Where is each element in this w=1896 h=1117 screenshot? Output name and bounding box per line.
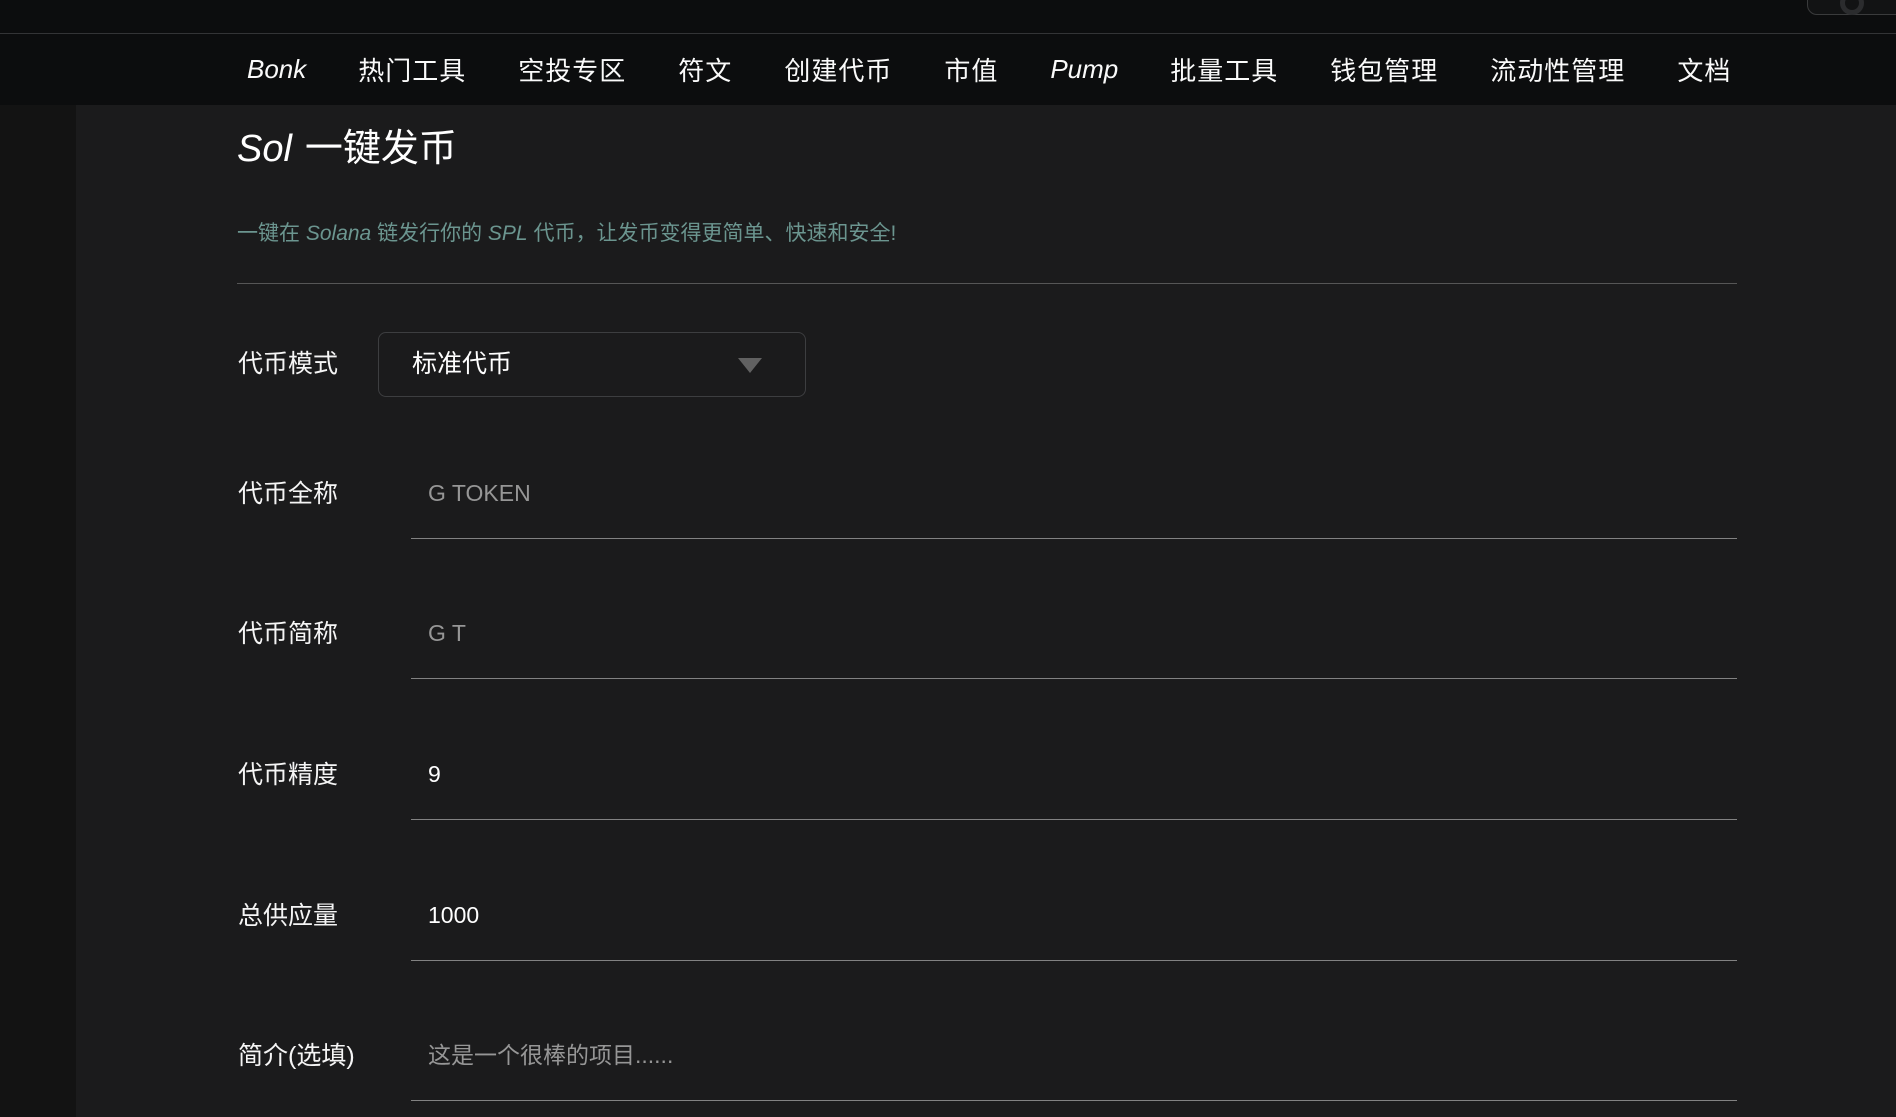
- token-supply-label: 总供应量: [238, 871, 338, 961]
- nav-item-1[interactable]: 热门工具: [358, 51, 466, 88]
- nav-item-3[interactable]: 符文: [678, 51, 732, 88]
- nav-item-0[interactable]: Bonk: [247, 54, 306, 85]
- token-name-input[interactable]: [411, 449, 1737, 538]
- token-mode-label: 代币模式: [238, 332, 338, 397]
- subtitle-spl: SPL: [488, 222, 528, 245]
- nav-item-10[interactable]: 文档: [1677, 51, 1731, 88]
- token-decimals-label: 代币精度: [238, 730, 338, 820]
- token-decimals-input[interactable]: [411, 730, 1737, 819]
- page-title: Sol 一键发币: [237, 126, 457, 172]
- nav-item-5[interactable]: 市值: [944, 51, 998, 88]
- token-name-label: 代币全称: [238, 449, 338, 539]
- chevron-down-icon: [738, 358, 762, 373]
- section-divider: [237, 283, 1737, 284]
- nav-item-9[interactable]: 流动性管理: [1490, 51, 1625, 88]
- token-symbol-input[interactable]: [411, 589, 1737, 678]
- subtitle-solana: Solana: [306, 222, 371, 245]
- nav-list: Bonk 热门工具 空投专区 符文 创建代币 市值 Pump 批量工具 钱包管理 流动性管理 文档: [0, 33, 1896, 105]
- nav-item-4[interactable]: 创建代币: [784, 51, 892, 88]
- token-supply-field: [411, 871, 1737, 961]
- nav-item-7[interactable]: 批量工具: [1170, 51, 1278, 88]
- token-description-input[interactable]: [411, 1011, 1737, 1100]
- page-title-brand: Sol: [237, 128, 292, 170]
- token-supply-input[interactable]: [411, 871, 1737, 960]
- nav-item-2[interactable]: 空投专区: [518, 51, 626, 88]
- subtitle-text: 一键在: [237, 222, 306, 245]
- subtitle-text: 链发行你的: [371, 222, 488, 245]
- nav-item-6[interactable]: Pump: [1050, 54, 1118, 85]
- token-mode-value: 标准代币: [412, 333, 512, 396]
- nav-item-8[interactable]: 钱包管理: [1330, 51, 1438, 88]
- page-title-rest: 一键发币: [305, 128, 457, 170]
- token-decimals-field: [411, 730, 1737, 820]
- token-symbol-label: 代币简称: [238, 589, 338, 679]
- token-name-field: [411, 449, 1737, 539]
- subtitle-text: 代币，让发币变得更简单、快速和安全!: [528, 222, 897, 245]
- token-description-field: [411, 1011, 1737, 1101]
- header-topbar: Bonk 热门工具 空投专区 符文 创建代币 市值 Pump 批量工具 钱包管理 流动性管理 文档: [0, 0, 1896, 105]
- page-subtitle: 一键在 Solana 链发行你的 SPL 代币，让发币变得更简单、快速和安全!: [237, 220, 896, 248]
- settings-button[interactable]: [1807, 0, 1896, 15]
- token-description-label: 简介(选填): [238, 1011, 355, 1101]
- gear-icon: [1840, 0, 1864, 15]
- token-mode-select[interactable]: 标准代币: [378, 332, 806, 397]
- token-symbol-field: [411, 589, 1737, 679]
